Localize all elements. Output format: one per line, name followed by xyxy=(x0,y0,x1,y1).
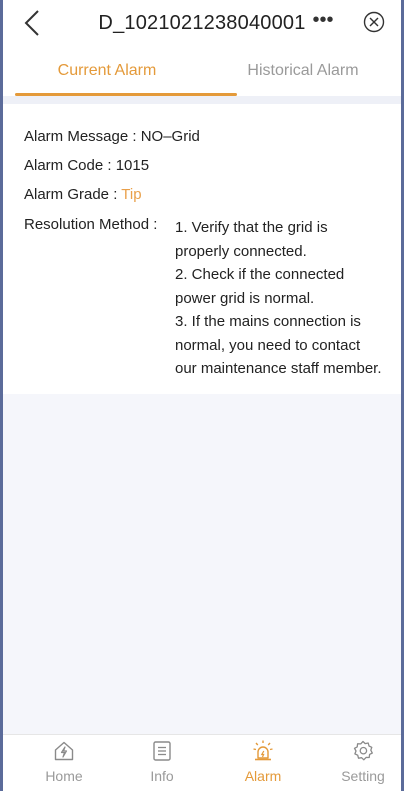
resolution-line: 2. Check if the connected xyxy=(175,266,345,283)
tabbar-item-home[interactable]: Home xyxy=(24,739,104,789)
alarm-icon xyxy=(253,740,273,761)
home-icon xyxy=(54,741,74,761)
alarm-message-value: NO–Grid xyxy=(140,128,200,145)
tabs-divider xyxy=(3,96,401,104)
alarm-grade-label: Alarm Grade : xyxy=(24,186,118,203)
alarm-grade-row: Alarm Grade : Tip xyxy=(24,186,142,203)
alarm-tabs: Current Alarm Historical Alarm xyxy=(3,46,401,96)
resolution-method-steps: 1. Verify that the grid is properly conn… xyxy=(175,216,401,381)
alarm-code-label: Alarm Code : xyxy=(24,157,112,174)
resolution-line: properly connected. xyxy=(175,242,307,260)
bottom-tab-bar: Home Info Alarm Setting xyxy=(3,734,401,791)
page-title: D_1021021238040001 xyxy=(98,12,306,34)
resolution-line: 1. Verify that the grid is xyxy=(175,219,328,236)
top-navbar: D_1021021238040001 ••• xyxy=(3,0,401,46)
more-button[interactable]: ••• xyxy=(309,9,337,35)
alarm-code-value: 1015 xyxy=(115,157,150,174)
alarm-detail-panel: Alarm Message : NO–Grid Alarm Code : 101… xyxy=(3,104,401,394)
app-frame: D_1021021238040001 ••• Current Alarm His… xyxy=(0,0,404,791)
resolution-line: normal, you need to contact xyxy=(175,336,361,354)
resolution-line: our maintenance staff member. xyxy=(175,360,382,377)
alarm-message-row: Alarm Message : NO–Grid xyxy=(24,128,200,145)
alarm-code-row: Alarm Code : 1015 xyxy=(24,157,149,174)
gear-icon xyxy=(353,740,373,761)
tabbar-label-setting: Setting xyxy=(341,768,385,784)
empty-content-area xyxy=(3,394,401,734)
tab-current-alarm[interactable]: Current Alarm xyxy=(9,46,205,96)
tabbar-label-home: Home xyxy=(45,768,83,784)
close-button[interactable] xyxy=(363,11,385,33)
tabbar-label-info: Info xyxy=(150,768,174,784)
resolution-method-label: Resolution Method : xyxy=(24,216,158,233)
alarm-message-label: Alarm Message : xyxy=(24,128,137,145)
info-icon xyxy=(153,741,171,761)
tabbar-label-alarm: Alarm xyxy=(244,768,282,784)
alarm-grade-value: Tip xyxy=(121,186,142,203)
close-circle-icon xyxy=(363,11,385,33)
tabbar-item-alarm[interactable]: Alarm xyxy=(223,739,303,789)
tabbar-item-info[interactable]: Info xyxy=(122,739,202,789)
tabbar-item-setting[interactable]: Setting xyxy=(323,739,401,789)
tab-historical-alarm[interactable]: Historical Alarm xyxy=(205,46,401,96)
resolution-line: power grid is normal. xyxy=(175,289,315,307)
resolution-line: 3. If the mains connection is xyxy=(175,313,361,330)
more-icon: ••• xyxy=(312,9,334,31)
